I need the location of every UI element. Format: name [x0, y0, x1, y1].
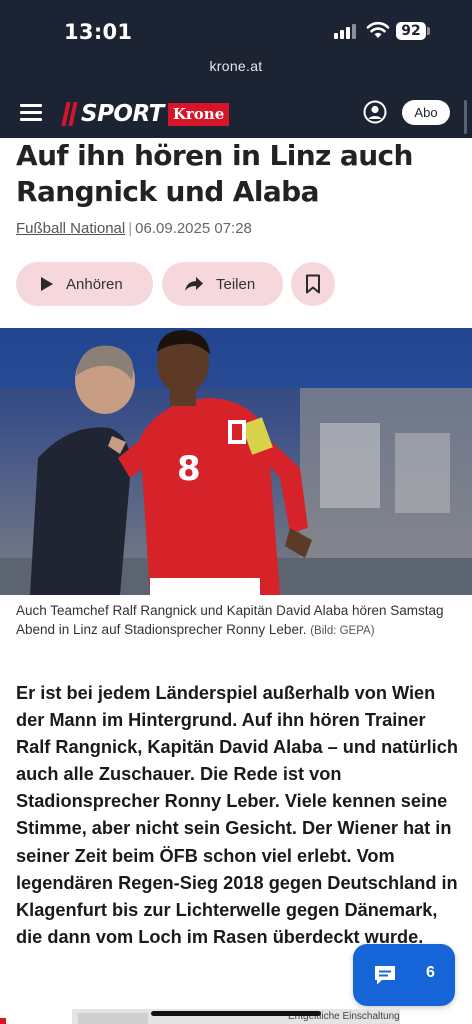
meta-separator: | [128, 220, 133, 237]
category-link[interactable]: Fußball National [16, 220, 125, 237]
battery-icon: 92 [396, 22, 426, 40]
logo-krone-badge: Krone [167, 102, 230, 126]
share-label: Teilen [216, 275, 256, 293]
article-headline: Auf ihn hören in Linz auch Rangnick und … [16, 139, 413, 208]
top-chrome: 13:01 92 krone.at SPORT Krone Abo [0, 0, 472, 138]
caption-text: Auch Teamchef Ralf Rangnick und Kapitän … [16, 603, 444, 637]
comments-button[interactable]: 6 [353, 944, 455, 1006]
play-icon [41, 277, 53, 291]
photo-caption: Auch Teamchef Ralf Rangnick und Kapitän … [16, 601, 456, 641]
listen-button[interactable]: Anhören [16, 262, 153, 306]
browser-url[interactable]: krone.at [0, 58, 472, 74]
menu-icon[interactable] [20, 104, 42, 122]
site-header: SPORT Krone Abo [0, 92, 472, 138]
photo-illustration: 8 [0, 328, 472, 595]
signal-icon [334, 23, 358, 39]
logo-slashes [61, 102, 78, 126]
home-indicator[interactable] [151, 1011, 321, 1016]
listen-label: Anhören [66, 275, 123, 293]
wifi-icon [366, 21, 390, 38]
red-edge-tab [0, 1018, 6, 1024]
status-time: 13:01 [64, 20, 133, 44]
article-photo[interactable]: 8 [0, 328, 472, 595]
article-lead: Er ist bei jedem Länderspiel außerhalb v… [16, 683, 458, 947]
page-scrollbar[interactable] [464, 100, 467, 134]
bookmark-icon [306, 274, 320, 294]
sport-krone-logo[interactable]: SPORT Krone [61, 101, 230, 127]
bookmark-button[interactable] [291, 262, 335, 306]
comment-count: 6 [426, 964, 435, 981]
status-bar: 13:01 92 [0, 0, 472, 58]
article-meta: Fußball National | 06.09.2025 07:28 [16, 220, 252, 237]
caption-credit: (Bild: GEPA) [310, 625, 375, 637]
share-button[interactable]: Teilen [162, 262, 283, 306]
ad-image [78, 1013, 148, 1024]
abo-button[interactable]: Abo [402, 100, 450, 125]
logo-sport-text: SPORT [81, 101, 164, 127]
article-date: 06.09.2025 07:28 [135, 220, 252, 237]
comment-icon [375, 966, 395, 985]
jersey-number: 8 [177, 449, 201, 489]
battery-nub [427, 27, 430, 35]
share-arrow-icon [185, 277, 203, 291]
user-account-icon[interactable] [363, 100, 387, 124]
